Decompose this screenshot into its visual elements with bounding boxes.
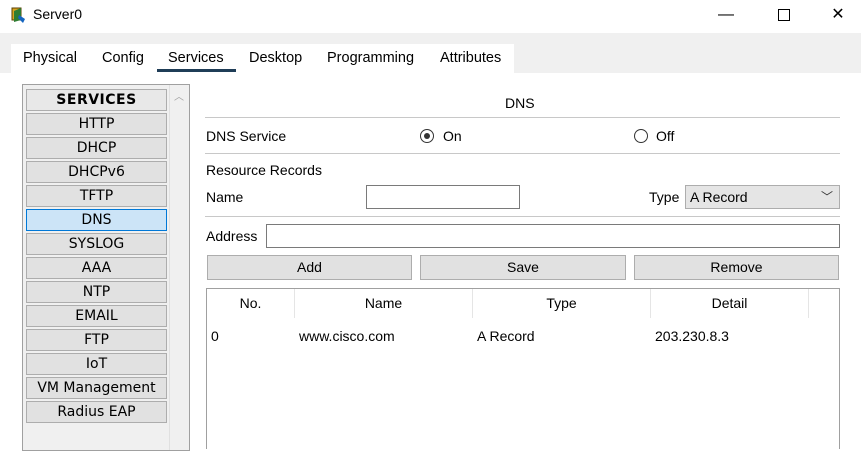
column-header-detail[interactable]: Detail [651, 289, 809, 318]
tab-config[interactable]: Config [102, 50, 144, 66]
minimize-icon: — [718, 6, 734, 23]
dns-on-label[interactable]: On [443, 128, 462, 144]
resource-records-label: Resource Records [206, 162, 322, 178]
type-select-value: A Record [690, 189, 748, 205]
active-tab-indicator [157, 69, 236, 72]
service-vm-management[interactable]: VM Management [26, 377, 167, 399]
column-header-type[interactable]: Type [473, 289, 651, 318]
tab-attributes[interactable]: Attributes [440, 50, 501, 66]
minimize-button[interactable]: — [703, 0, 749, 30]
dns-service-label: DNS Service [206, 128, 287, 144]
divider [205, 117, 840, 118]
maximize-button[interactable] [761, 0, 807, 30]
name-input[interactable] [366, 185, 520, 209]
tab-desktop[interactable]: Desktop [249, 50, 302, 66]
service-http[interactable]: HTTP [26, 113, 167, 135]
services-sidebar: SERVICES HTTP DHCP DHCPv6 TFTP DNS SYSLO… [22, 84, 190, 451]
service-ftp[interactable]: FTP [26, 329, 167, 351]
divider [205, 216, 840, 217]
dns-off-label[interactable]: Off [656, 128, 674, 144]
column-header-name[interactable]: Name [295, 289, 473, 318]
column-header-no[interactable]: No. [207, 289, 295, 318]
service-email[interactable]: EMAIL [26, 305, 167, 327]
service-aaa[interactable]: AAA [26, 257, 167, 279]
service-radius-eap[interactable]: Radius EAP [26, 401, 167, 423]
row-name: www.cisco.com [299, 328, 395, 344]
server-app-icon [11, 7, 25, 23]
row-type: A Record [477, 328, 535, 344]
records-table: No. Name Type Detail 0 www.cisco.com A R… [206, 288, 840, 449]
title-bar: Server0 — ✕ [0, 0, 861, 30]
tab-programming[interactable]: Programming [327, 50, 414, 66]
row-detail: 203.230.8.3 [655, 328, 729, 344]
row-no: 0 [211, 328, 219, 344]
type-label: Type [649, 189, 680, 205]
window-title: Server0 [33, 6, 83, 22]
dns-off-radio[interactable] [634, 129, 648, 143]
sidebar-scrollbar[interactable]: ︿ [169, 85, 189, 450]
tab-physical[interactable]: Physical [23, 50, 77, 66]
dns-panel-title: DNS [505, 95, 535, 111]
scroll-up-icon[interactable]: ︿ [174, 88, 184, 103]
address-label: Address [206, 228, 258, 244]
service-syslog[interactable]: SYSLOG [26, 233, 167, 255]
service-ntp[interactable]: NTP [26, 281, 167, 303]
save-button[interactable]: Save [420, 255, 626, 280]
dns-on-radio[interactable] [420, 129, 434, 143]
service-dhcp[interactable]: DHCP [26, 137, 167, 159]
add-button[interactable]: Add [207, 255, 412, 280]
tab-strip: Physical Config Services Desktop Program… [0, 33, 861, 73]
services-header: SERVICES [26, 89, 167, 111]
remove-button[interactable]: Remove [634, 255, 839, 280]
name-label: Name [206, 189, 244, 205]
chevron-down-icon: ﹀ [820, 190, 833, 204]
address-input[interactable] [266, 224, 840, 248]
type-select[interactable]: A Record ﹀ [685, 185, 840, 209]
service-dns[interactable]: DNS [26, 209, 167, 231]
service-iot[interactable]: IoT [26, 353, 167, 375]
close-icon: ✕ [831, 6, 845, 23]
tab-services[interactable]: Services [168, 50, 224, 66]
divider [205, 153, 840, 154]
service-dhcpv6[interactable]: DHCPv6 [26, 161, 167, 183]
close-button[interactable]: ✕ [815, 0, 861, 30]
maximize-icon [778, 8, 790, 21]
service-tftp[interactable]: TFTP [26, 185, 167, 207]
